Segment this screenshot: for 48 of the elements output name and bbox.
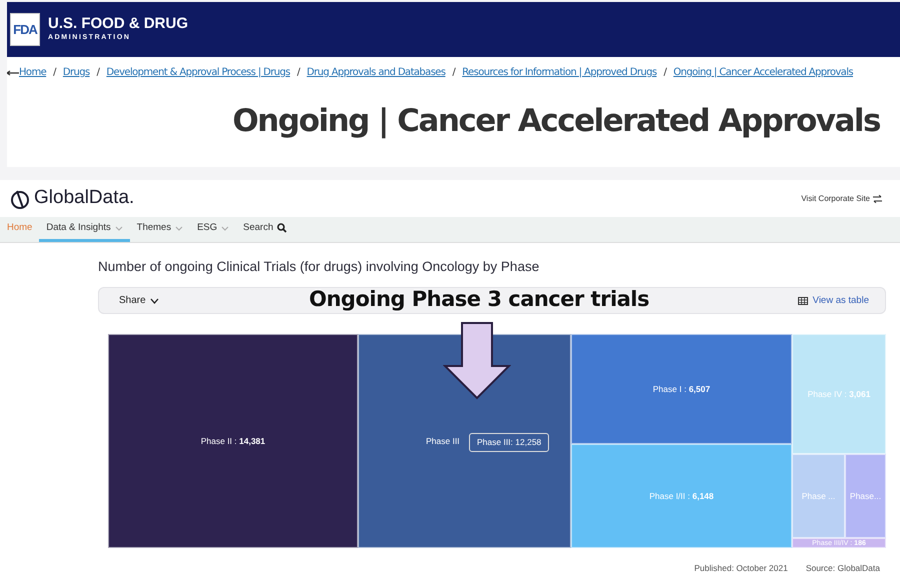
treemap-tile[interactable]: Phase III Phase III: 12,258: [358, 334, 571, 548]
brand-name: GlobalData.: [34, 186, 134, 210]
share-button[interactable]: Share: [119, 293, 159, 308]
tile-label: Phase IV : 3,061: [808, 390, 870, 398]
tile-label: Phase I/II : 6,148: [649, 492, 714, 500]
down-arrow-icon: [443, 322, 511, 400]
chevron-down-icon: [114, 225, 123, 231]
page-title: Ongoing | Cancer Accelerated Approvals: [231, 102, 881, 141]
chevron-down-icon: [221, 225, 230, 231]
treemap-tile[interactable]: Phase I : 6,507: [571, 334, 792, 444]
nav-tab[interactable]: Themes: [130, 217, 190, 242]
swap-icon: [873, 194, 882, 202]
chart-title: Number of ongoing Clinical Trials (for drugs) involving Oncology by Phase: [98, 258, 540, 276]
treemap-tile[interactable]: Phase II : 14,381: [108, 334, 358, 548]
tile-label: Phase I : 6,507: [652, 385, 710, 394]
published-date: Published: October 2021: [694, 562, 788, 575]
nav-tab[interactable]: Home: [0, 217, 40, 242]
nav-tab[interactable]: ESG: [190, 217, 236, 242]
nav-tab[interactable]: Data & Insights: [39, 217, 130, 242]
chevron-down-icon: [150, 298, 159, 304]
breadcrumb-separator: /: [297, 66, 300, 80]
back-arrow-icon: [7, 70, 19, 76]
agency-name: U.S. FOOD & DRUG: [48, 16, 188, 32]
breadcrumb-separator: /: [664, 66, 666, 80]
fda-logo[interactable]: FDA: [10, 13, 40, 46]
tile-label: Phase...: [850, 492, 882, 500]
chevron-down-icon: [175, 225, 184, 231]
source-text: Source: GlobalData: [806, 562, 880, 575]
tile-label: Phase II : 14,381: [200, 437, 266, 446]
tile-label: Phase III: [426, 437, 460, 446]
annotation-text: Ongoing Phase 3 cancer trials: [309, 286, 650, 314]
nav-tab[interactable]: Search: [236, 217, 294, 242]
breadcrumb-separator: /: [96, 66, 100, 80]
breadcrumb-link[interactable]: Home: [19, 65, 46, 80]
breadcrumb-separator: /: [53, 66, 56, 80]
view-table-link[interactable]: View as table: [798, 294, 869, 308]
logo-icon: [10, 188, 30, 208]
tooltip: Phase III: 12,258: [469, 433, 550, 452]
corporate-site-link[interactable]: Visit Corporate Site: [801, 192, 882, 204]
breadcrumb-link[interactable]: Development & Approval Process | Drugs: [106, 65, 290, 80]
breadcrumb-link[interactable]: Ongoing | Cancer Accelerated Approvals: [673, 65, 853, 80]
search-icon: [277, 223, 288, 233]
breadcrumb-link[interactable]: Resources for Information | Approved Drugs: [462, 65, 657, 80]
breadcrumb-link[interactable]: Drugs: [62, 65, 90, 80]
table-icon: [798, 296, 808, 305]
tile-label: Phase ...: [802, 492, 836, 500]
breadcrumb-link[interactable]: Drug Approvals and Databases: [306, 65, 446, 80]
breadcrumb-separator: /: [452, 66, 456, 80]
